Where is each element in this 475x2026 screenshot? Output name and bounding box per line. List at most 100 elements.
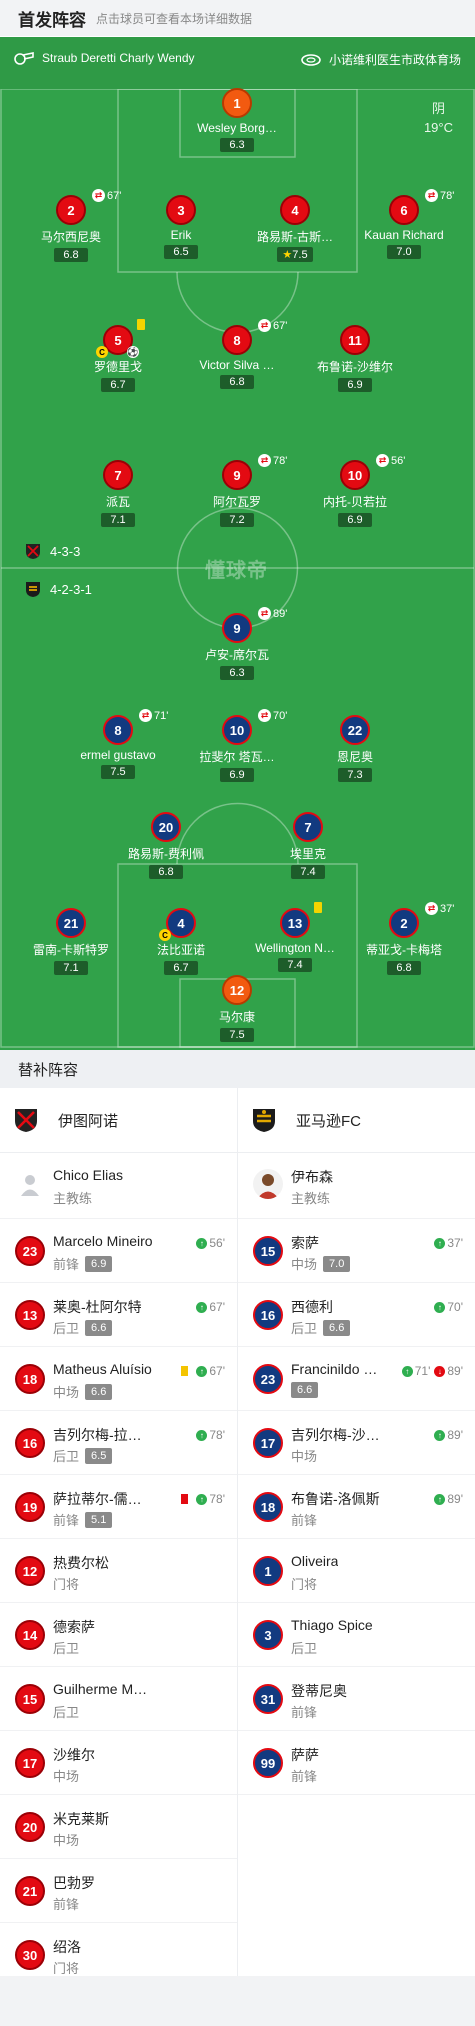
sub-row[interactable]: 14 德索萨 后卫 bbox=[0, 1603, 237, 1667]
jersey-number: 30 bbox=[15, 1940, 45, 1970]
player-name: 热费尔松 bbox=[53, 1555, 109, 1571]
player-name: Thiago Spice bbox=[291, 1617, 373, 1633]
player-rating: 6.5 bbox=[85, 1447, 113, 1464]
home-player-3[interactable]: 3 Erik 6.5 bbox=[126, 195, 236, 260]
jersey-number: 13 bbox=[15, 1300, 45, 1330]
player-position: 中场 bbox=[53, 1769, 80, 1784]
sub-row[interactable]: 12 热费尔松 门将 bbox=[0, 1539, 237, 1603]
player-name: Erik bbox=[170, 228, 192, 242]
away-player-2[interactable]: 2 ⇄ 37' 蒂亚戈-卡梅塔 6.8 bbox=[349, 902, 459, 976]
player-name: 阿尔瓦罗 bbox=[212, 495, 261, 509]
sub-row[interactable]: 16 西德利 后卫 6.6 ↑ 70' bbox=[238, 1283, 475, 1347]
away-player-4[interactable]: 4 C 法比亚诺 6.7 bbox=[126, 908, 236, 976]
player-position: 后卫 bbox=[53, 1705, 80, 1720]
player-position: 门将 bbox=[291, 1577, 318, 1592]
sub-row[interactable]: 18 布鲁诺-洛佩斯 前锋 ↑ 89' bbox=[238, 1475, 475, 1539]
away-player-13[interactable]: 13 Wellington N… 7.4 bbox=[240, 902, 350, 973]
jersey-number: 17 bbox=[253, 1428, 283, 1458]
pitch: Straub Deretti Charly Wendy 小诺维利医生市政体育场 … bbox=[0, 37, 475, 1050]
sub-row[interactable]: 17 吉列尔梅-沙… 中场 ↑ 89' bbox=[238, 1411, 475, 1475]
home-team-row[interactable]: 伊图阿诺 bbox=[0, 1088, 237, 1153]
sub-row[interactable]: 1 Oliveira 门将 bbox=[238, 1539, 475, 1603]
player-name: 马尔康 bbox=[218, 1010, 255, 1024]
sub-off-badge: ⇄ 37' bbox=[425, 902, 454, 915]
home-player-5[interactable]: 5 C ⚽ 罗德里戈 6.7 bbox=[63, 319, 173, 393]
jersey-number: 21 bbox=[15, 1876, 45, 1906]
jersey-number: 99 bbox=[253, 1748, 283, 1778]
away-player-22[interactable]: 22 恩尼奥 7.3 bbox=[300, 715, 410, 783]
home-player-6[interactable]: 6 ⇄ 78' Kauan Richard 7.0 bbox=[349, 189, 459, 260]
jersey-number-text: 5 bbox=[114, 332, 122, 348]
away-player-21[interactable]: 21 雷南-卡斯特罗 7.1 bbox=[16, 908, 126, 976]
rating-value: 7.5 bbox=[292, 249, 308, 261]
player-rating: 6.8 bbox=[149, 865, 183, 879]
jersey-number: 16 bbox=[253, 1300, 283, 1330]
sub-row[interactable]: 13 莱奥-杜阿尔特 后卫 6.6 ↑ 67' bbox=[0, 1283, 237, 1347]
player-rating: 6.8 bbox=[54, 248, 88, 262]
yellow-card-icon bbox=[314, 902, 322, 913]
sub-row[interactable]: 31 登蒂尼奥 前锋 bbox=[238, 1667, 475, 1731]
player-rating: 5.1 bbox=[85, 1511, 113, 1528]
sub-row[interactable]: 19 萨拉蒂尔-儒… 前锋 5.1 ↑ 78' bbox=[0, 1475, 237, 1539]
player-name: 萨萨 bbox=[291, 1747, 319, 1763]
sub-row[interactable]: 99 萨萨 前锋 bbox=[238, 1731, 475, 1795]
away-player-7[interactable]: 7 埃里克 7.4 bbox=[253, 812, 363, 880]
home-player-8[interactable]: 8 ⇄ 67' Victor Silva … 6.8 bbox=[182, 319, 292, 390]
home-player-10[interactable]: 10 ⇄ 56' 内托-贝若拉 6.9 bbox=[300, 454, 410, 528]
venue-bar: Straub Deretti Charly Wendy 小诺维利医生市政体育场 bbox=[0, 37, 475, 89]
sub-in-icon: ↑ bbox=[434, 1493, 446, 1505]
away-player-9[interactable]: 9 ⇄ 89' 卢安-席尔瓦 6.3 bbox=[182, 607, 292, 681]
captain-icon: C bbox=[96, 346, 108, 358]
player-rating: 7.5 bbox=[220, 1028, 254, 1042]
sub-in-event: ↑ 56' bbox=[192, 1236, 225, 1250]
away-player-8[interactable]: 8 ⇄ 71' ermel gustavo 7.5 bbox=[63, 709, 173, 780]
sub-row[interactable]: 3 Thiago Spice 后卫 bbox=[238, 1603, 475, 1667]
sub-row[interactable]: 18 Matheus Aluísio 中场 6.6 ↑ 67' bbox=[0, 1347, 237, 1411]
player-rating: 7.1 bbox=[54, 961, 88, 975]
home-formation: 4-3-3 bbox=[24, 542, 80, 560]
sub-off-icon: ⇄ bbox=[139, 709, 152, 722]
home-player-9[interactable]: 9 ⇄ 78' 阿尔瓦罗 7.2 bbox=[182, 454, 292, 528]
sub-off-icon: ⇄ bbox=[376, 454, 389, 467]
sub-in-out-event: ↑ 71' ↓ 89' bbox=[398, 1364, 463, 1378]
jersey-number: 10 bbox=[340, 460, 370, 490]
jersey-number: 12 bbox=[222, 975, 252, 1005]
sub-row[interactable]: 23 Francinildo Pi… 6.6 ↑ 71' ↓ 89' bbox=[238, 1347, 475, 1411]
away-team-row[interactable]: 亚马逊FC bbox=[238, 1088, 475, 1153]
jersey-number: 1 bbox=[253, 1556, 283, 1586]
coach-name: 伊布森 bbox=[291, 1169, 333, 1185]
jersey-number: 19 bbox=[15, 1492, 45, 1522]
player-position: 后卫 6.6 bbox=[53, 1318, 113, 1337]
player-name: 米克莱斯 bbox=[53, 1811, 109, 1827]
player-rating: 6.6 bbox=[291, 1382, 319, 1398]
home-player-11[interactable]: 11 布鲁诺-沙维尔 6.9 bbox=[300, 325, 410, 393]
home-player-4[interactable]: 4 路易斯-古斯… ★7.5 bbox=[240, 195, 350, 263]
sub-row[interactable]: 21 巴勃罗 前锋 bbox=[0, 1859, 237, 1923]
player-name: Victor Silva … bbox=[199, 358, 275, 372]
jersey-number: 2 bbox=[56, 195, 86, 225]
home-player-7[interactable]: 7 派瓦 7.1 bbox=[63, 460, 173, 528]
sub-off-icon: ⇄ bbox=[258, 607, 271, 620]
sub-row[interactable]: 20 米克莱斯 中场 bbox=[0, 1795, 237, 1859]
away-coach-row[interactable]: 伊布森 主教练 bbox=[238, 1153, 475, 1219]
lineup-header: 首发阵容 点击球员可查看本场详细数据 bbox=[0, 0, 475, 36]
jersey-number: 1 bbox=[222, 88, 252, 118]
away-player-10[interactable]: 10 ⇄ 70' 拉斐尔 塔瓦… 6.9 bbox=[182, 709, 292, 783]
sub-in-event: ↑ 70' bbox=[430, 1300, 463, 1314]
away-player-12[interactable]: 12 马尔康 7.5 bbox=[182, 975, 292, 1043]
home-coach-row[interactable]: Chico Elias 主教练 bbox=[0, 1153, 237, 1219]
player-position: 中场 bbox=[291, 1449, 318, 1464]
player-name: Guilherme M… bbox=[53, 1681, 148, 1697]
sub-row[interactable]: 15 Guilherme M… 后卫 bbox=[0, 1667, 237, 1731]
sub-in-icon: ↑ bbox=[434, 1429, 446, 1441]
away-player-20[interactable]: 20 路易斯-费利佩 6.8 bbox=[111, 812, 221, 880]
home-player-2[interactable]: 2 ⇄ 67' 马尔西尼奥 6.8 bbox=[16, 189, 126, 263]
sub-time: 67' bbox=[273, 319, 288, 332]
sub-row[interactable]: 17 沙维尔 中场 bbox=[0, 1731, 237, 1795]
sub-row[interactable]: 16 吉列尔梅-拉… 后卫 6.5 ↑ 78' bbox=[0, 1411, 237, 1475]
home-player-1[interactable]: 1 Wesley Borg… 6.3 bbox=[182, 88, 292, 153]
jersey-number: 20 bbox=[151, 812, 181, 842]
sub-row[interactable]: 23 Marcelo Mineiro 前锋 6.9 ↑ 56' bbox=[0, 1219, 237, 1283]
player-name: 巴勃罗 bbox=[53, 1875, 95, 1891]
sub-row[interactable]: 15 索萨 中场 7.0 ↑ 37' bbox=[238, 1219, 475, 1283]
